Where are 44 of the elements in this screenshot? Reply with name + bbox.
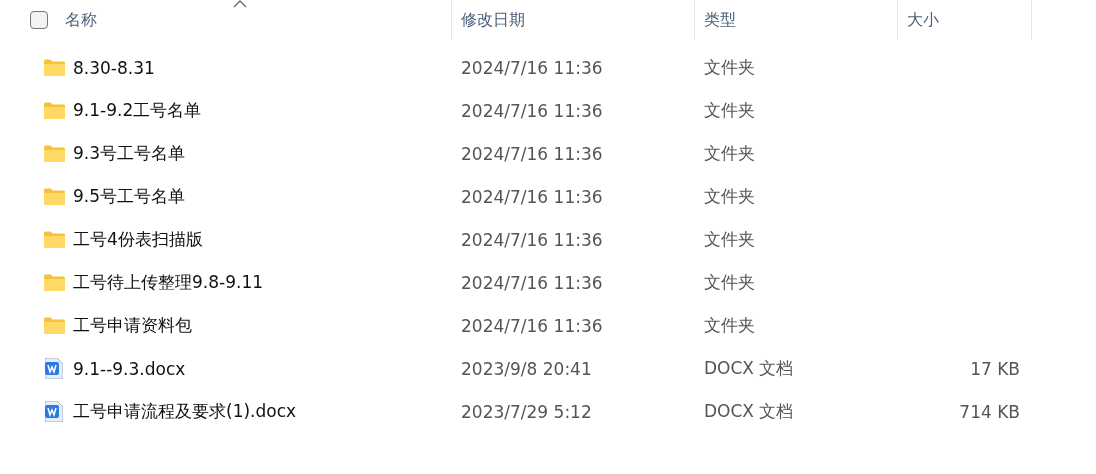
file-type: 文件夹 (704, 272, 755, 292)
column-header[interactable]: 类型 (704, 9, 736, 31)
document-icon (45, 358, 63, 379)
folder-icon (44, 231, 65, 248)
modified-date: 2024/7/16 11:36 (461, 186, 603, 207)
file-type: 文件夹 (704, 315, 755, 335)
file-type: DOCX 文档 (704, 358, 794, 378)
folder-icon (44, 317, 65, 334)
file-name[interactable]: 8.30-8.31 (73, 57, 155, 78)
select-all-checkbox[interactable] (30, 11, 48, 29)
folder-icon (44, 274, 65, 291)
folder-icon (44, 59, 65, 76)
file-name[interactable]: 9.5号工号名单 (73, 185, 186, 208)
file-type: DOCX 文档 (704, 401, 794, 421)
file-name[interactable]: 工号待上传整理9.8-9.11 (73, 271, 264, 294)
file-name[interactable]: 9.1-9.2工号名单 (73, 99, 202, 122)
file-type: 文件夹 (704, 57, 755, 77)
modified-date: 2024/7/16 11:36 (461, 57, 603, 78)
column-header[interactable]: 修改日期 (461, 9, 525, 31)
column-header[interactable]: 名称 (65, 9, 97, 31)
modified-date: 2023/9/8 20:41 (461, 358, 592, 379)
folder-icon (44, 188, 65, 205)
modified-date: 2024/7/16 11:36 (461, 229, 603, 250)
file-type: 文件夹 (704, 186, 755, 206)
file-type: 文件夹 (704, 100, 755, 120)
modified-date: 2024/7/16 11:36 (461, 100, 603, 121)
file-type: 文件夹 (704, 229, 755, 249)
file-size: 17 KB (970, 358, 1020, 379)
file-name[interactable]: 工号申请流程及要求(1).docx (73, 400, 297, 423)
folder-icon (44, 102, 65, 119)
sort-caret-icon (233, 0, 247, 8)
file-name[interactable]: 工号4份表扫描版 (73, 228, 203, 251)
file-name[interactable]: 9.3号工号名单 (73, 142, 186, 165)
file-name[interactable]: 工号申请资料包 (73, 314, 192, 337)
modified-date: 2024/7/16 11:36 (461, 272, 603, 293)
file-name[interactable]: 9.1--9.3.docx (73, 358, 186, 379)
modified-date: 2023/7/29 5:12 (461, 401, 592, 422)
file-type: 文件夹 (704, 143, 755, 163)
file-size: 714 KB (959, 401, 1020, 422)
column-header[interactable]: 大小 (907, 9, 939, 31)
folder-icon (44, 145, 65, 162)
document-icon (45, 401, 63, 422)
modified-date: 2024/7/16 11:36 (461, 143, 603, 164)
modified-date: 2024/7/16 11:36 (461, 315, 603, 336)
